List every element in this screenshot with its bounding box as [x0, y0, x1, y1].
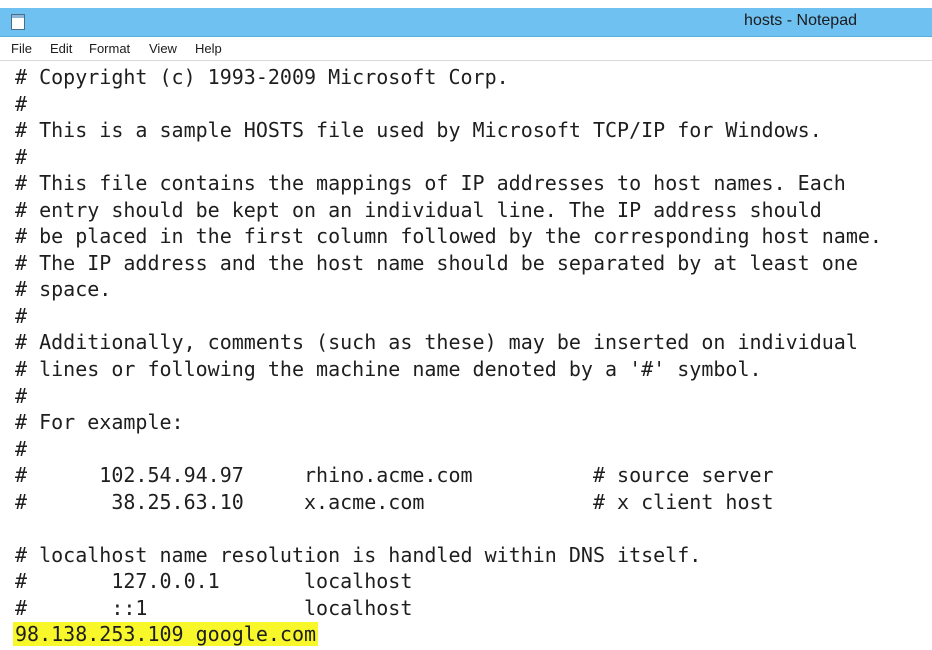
menu-format[interactable]: Format [89, 40, 130, 57]
title-bar[interactable]: hosts - Notepad [0, 8, 932, 37]
editor-line: # 102.54.94.97 rhino.acme.com # source s… [15, 463, 774, 488]
editor-line: # localhost name resolution is handled w… [15, 542, 702, 567]
editor-line: # 38.25.63.10 x.acme.com # x client host [15, 489, 774, 514]
editor-line: # Copyright (c) 1993-2009 Microsoft Corp… [15, 65, 509, 89]
editor-line: # This file contains the mappings of IP … [15, 171, 846, 196]
editor-line: # space. [15, 277, 112, 302]
text-editor[interactable]: # Copyright (c) 1993-2009 Microsoft Corp… [13, 64, 932, 650]
editor-line: # This is a sample HOSTS file used by Mi… [15, 118, 822, 143]
editor-line: # Additionally, comments (such as these)… [15, 330, 858, 355]
editor-line: # ::1 localhost [15, 595, 413, 620]
editor-line: # [15, 303, 28, 328]
menu-edit[interactable]: Edit [50, 40, 72, 57]
window-title: hosts - Notepad [744, 12, 857, 29]
notepad-window: hosts - Notepad File Edit Format View He… [0, 0, 932, 650]
menu-view[interactable]: View [149, 40, 177, 57]
editor-line: # [15, 144, 28, 169]
editor-line: # lines or following the machine name de… [15, 357, 762, 382]
editor-line: # [15, 91, 28, 116]
editor-line: # For example: [15, 410, 184, 435]
editor-line: # [15, 383, 28, 408]
editor-line: # be placed in the first column followed… [15, 224, 882, 249]
editor-line: # [15, 436, 28, 461]
menu-file[interactable]: File [11, 40, 32, 57]
editor-line: # entry should be kept on an individual … [15, 197, 822, 222]
highlighted-line: 98.138.253.109 google.com [13, 621, 932, 648]
editor-line: # 127.0.0.1 localhost [15, 569, 413, 594]
menu-help[interactable]: Help [195, 40, 222, 57]
highlighted-host-entry: 98.138.253.109 google.com [13, 622, 319, 647]
editor-line: # The IP address and the host name shoul… [15, 250, 858, 275]
menu-bar: File Edit Format View Help [0, 37, 932, 61]
